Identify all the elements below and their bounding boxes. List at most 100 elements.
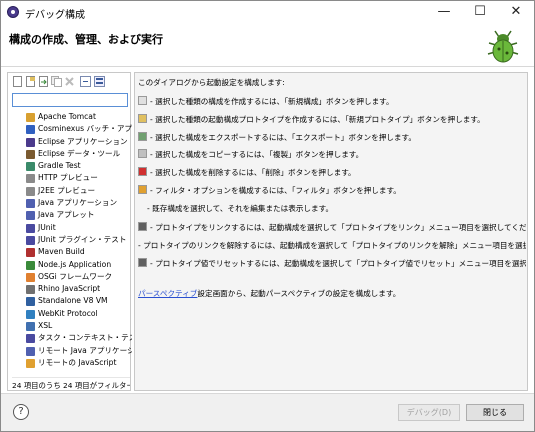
list-item-label: Node.js Application	[38, 259, 112, 269]
list-item[interactable]: Java アプレット	[26, 209, 132, 221]
list-item-label: XSL	[38, 321, 53, 331]
perspective-line: パースペクティブ設定画面から、起動パースペクティブの設定を構成します。	[138, 288, 526, 299]
instruction-line: - 選択した種類の構成を作成するには、「新規構成」ボタンを押します。	[138, 96, 526, 107]
list-item[interactable]: XSL	[26, 320, 132, 332]
export-icon	[138, 132, 147, 141]
junit-plugin-icon	[26, 235, 35, 245]
list-item[interactable]: Node.js Application	[26, 259, 132, 271]
list-item[interactable]: タスク・コンテキスト・テスト	[26, 332, 132, 344]
new-config-icon[interactable]	[12, 76, 23, 87]
list-item-label: HTTP プレビュー	[38, 173, 98, 183]
instruction-text: - 選択した種類の構成を作成するには、「新規構成」ボタンを押します。	[150, 97, 394, 106]
instruction-line: - プロトタイプをリンクするには、起動構成を選択して「プロトタイプをリンク」メニ…	[138, 222, 526, 233]
rhino-icon	[26, 285, 35, 295]
instruction-text: - 選択した構成をエクスポートするには、「エクスポート」ボタンを押します。	[150, 133, 416, 142]
list-item-label: Cosminexus バッチ・アプリケ	[38, 124, 132, 134]
webkit-icon	[26, 309, 35, 319]
instruction-text: - プロトタイプのリンクを解除するには、起動構成を選択して「プロトタイプのリンク…	[138, 241, 526, 250]
instruction-line: - 選択した種類の起動構成プロトタイプを作成するには、「新規プロトタイプ」ボタン…	[138, 114, 526, 125]
maven-icon	[26, 248, 35, 258]
remote-js-icon	[26, 358, 35, 368]
list-item[interactable]: Standalone V8 VM	[26, 295, 132, 307]
instruction-line: - プロトタイプのリンクを解除するには、起動構成を選択して「プロトタイプのリンク…	[138, 240, 526, 251]
list-item-label: タスク・コンテキスト・テスト	[38, 333, 132, 343]
list-item-label: Eclipse アプリケーション	[38, 136, 128, 146]
perspective-link[interactable]: パースペクティブ	[138, 289, 197, 298]
collapse-all-icon[interactable]	[80, 76, 91, 87]
close-button[interactable]: 閉じる	[466, 404, 524, 421]
list-item-label: Maven Build	[38, 247, 85, 257]
list-item[interactable]: Apache Tomcat	[26, 111, 132, 123]
list-item-label: リモートの JavaScript	[38, 357, 117, 367]
list-item[interactable]: Maven Build	[26, 246, 132, 258]
task-test-icon	[26, 334, 35, 344]
list-item[interactable]: Cosminexus バッチ・アプリケ	[26, 123, 132, 135]
debug-button[interactable]: デバッグ(D)	[398, 404, 460, 421]
list-item[interactable]: J2EE プレビュー	[26, 185, 132, 197]
list-item-label: Apache Tomcat	[38, 112, 96, 121]
help-button[interactable]: ?	[13, 404, 29, 420]
java-applet-icon	[26, 211, 35, 221]
config-tree-pane: Apache Tomcat Cosminexus バッチ・アプリケ Eclipse …	[7, 72, 132, 391]
new-prototype-icon[interactable]	[25, 76, 36, 87]
list-item[interactable]: Rhino JavaScript	[26, 283, 132, 295]
xsl-icon	[26, 322, 35, 332]
list-item-label: WebKit Protocol	[38, 308, 98, 318]
j2ee-icon	[26, 186, 35, 196]
filter-icon[interactable]	[94, 76, 105, 87]
list-item-label: Gradle Test	[38, 161, 81, 171]
list-item[interactable]: リモートの JavaScript	[26, 357, 132, 369]
maximize-button[interactable]: ☐	[462, 1, 498, 23]
delete-icon[interactable]	[64, 76, 75, 87]
duplicate-icon	[138, 149, 147, 158]
list-item[interactable]: HTTP プレビュー	[26, 172, 132, 184]
list-item-label: Java アプレット	[38, 210, 95, 220]
instruction-line: - 選択した構成を削除するには、「削除」ボタンを押します。	[138, 167, 526, 178]
minimize-button[interactable]: —	[426, 1, 462, 23]
instruction-line: - 既存構成を選択して、それを編集または表示します。	[138, 203, 526, 214]
list-item[interactable]: JUnit プラグイン・テスト	[26, 234, 132, 246]
close-window-button[interactable]: ✕	[498, 1, 534, 23]
duplicate-icon[interactable]	[51, 76, 62, 87]
instructions-pane: このダイアログから起動設定を構成します: - 選択した種類の構成を作成するには、…	[134, 72, 528, 391]
list-item[interactable]: リモート Java アプリケーション	[26, 345, 132, 357]
list-item-label: Java アプリケーション	[38, 198, 118, 208]
list-item[interactable]: Java アプリケーション	[26, 197, 132, 209]
list-item[interactable]: OSGi フレームワーク	[26, 271, 132, 283]
list-item-label: Rhino JavaScript	[38, 284, 101, 294]
junit-icon	[26, 223, 35, 233]
window-title: デバッグ構成	[25, 10, 85, 21]
list-item[interactable]: JUnit	[26, 222, 132, 234]
instruction-line: - 選択した構成をコピーするには、「複製」ボタンを押します。	[138, 149, 526, 160]
config-toolbar	[10, 75, 128, 89]
list-item[interactable]: Eclipse アプリケーション	[26, 136, 132, 148]
page-title: 構成の作成、管理、および実行	[9, 33, 163, 46]
list-item[interactable]: WebKit Protocol	[26, 308, 132, 320]
delete-icon	[138, 167, 147, 176]
list-item[interactable]: Gradle Test	[26, 160, 132, 172]
list-item-label: リモート Java アプリケーション	[38, 345, 132, 355]
http-icon	[26, 174, 35, 184]
remote-java-icon	[26, 346, 35, 356]
gradle-icon	[26, 162, 35, 172]
list-item-label: Eclipse データ・ツール	[38, 148, 121, 158]
eclipse-app-icon	[7, 6, 19, 18]
instruction-text: - 選択した構成をコピーするには、「複製」ボタンを押します。	[150, 150, 364, 159]
list-item-label: J2EE プレビュー	[38, 185, 96, 195]
export-icon[interactable]	[38, 76, 49, 87]
new-config-icon	[138, 96, 147, 105]
list-item[interactable]: Eclipse データ・ツール	[26, 148, 132, 160]
osgi-icon	[26, 272, 35, 282]
datatools-icon	[26, 149, 35, 159]
title-bar: デバッグ構成 — ☐ ✕	[1, 1, 534, 23]
reset-prototype-icon	[138, 258, 147, 267]
filter-status-text: 24 項目のうち 24 項目がフィルターに	[12, 377, 130, 391]
instruction-line: - プロトタイプ値でリセットするには、起動構成を選択して「プロトタイプ値でリセッ…	[138, 258, 526, 269]
list-item-label: OSGi フレームワーク	[38, 271, 113, 281]
nodejs-icon	[26, 260, 35, 270]
list-item-label: JUnit	[38, 222, 56, 232]
dialog-footer: ? デバッグ(D) 閉じる	[1, 393, 534, 431]
filter-input[interactable]	[12, 93, 128, 107]
instruction-line: - 選択した構成をエクスポートするには、「エクスポート」ボタンを押します。	[138, 132, 526, 143]
config-type-list: Apache Tomcat Cosminexus バッチ・アプリケ Eclipse …	[26, 111, 132, 373]
